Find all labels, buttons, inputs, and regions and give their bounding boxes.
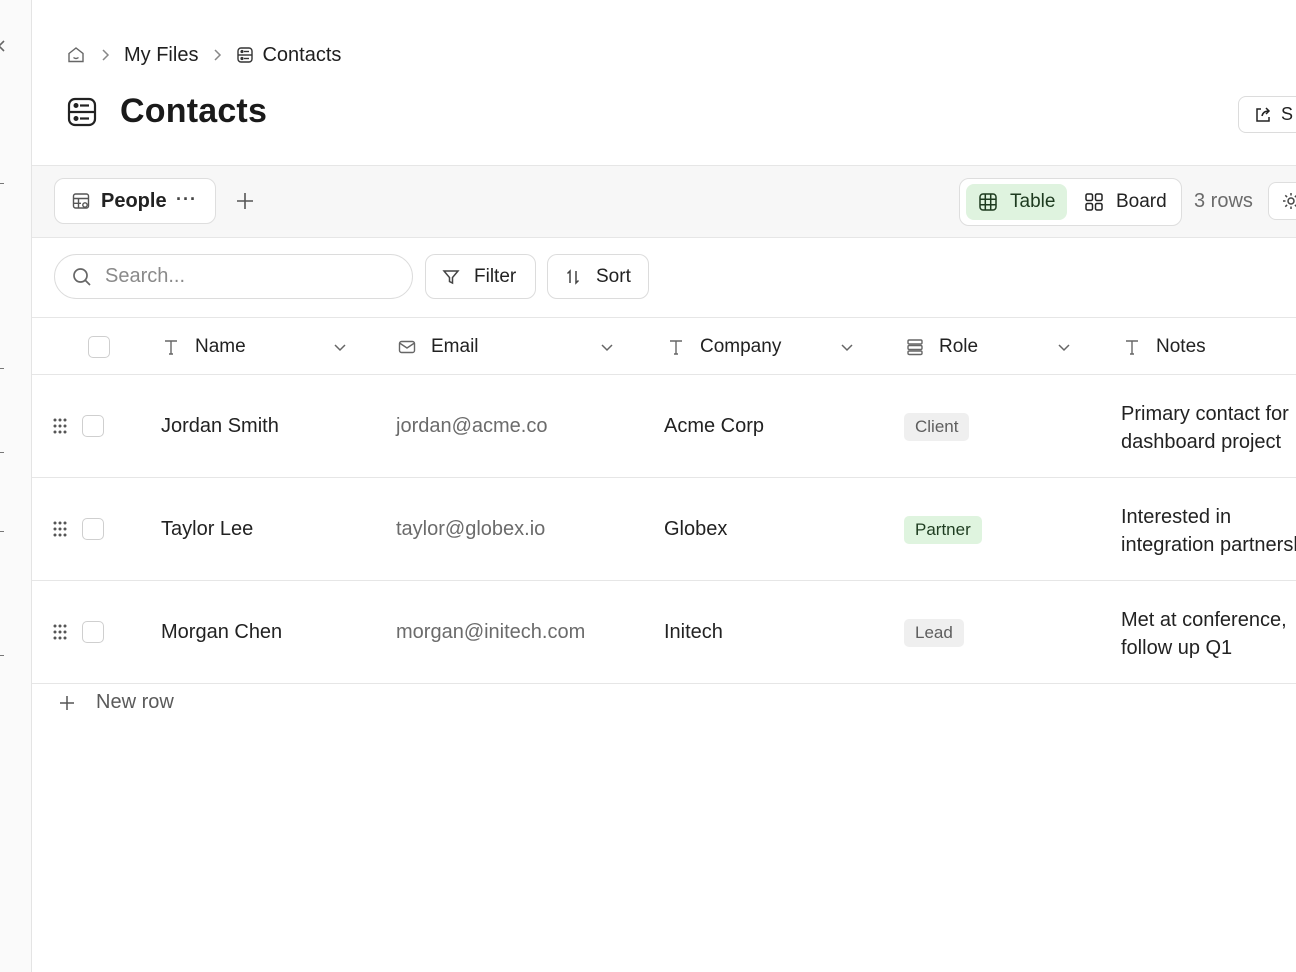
cell-notes[interactable]: Met at conference, follow up Q1	[1121, 606, 1296, 662]
column-header-role[interactable]: Role	[905, 318, 1105, 375]
table-row[interactable]: Jordan Smith jordan@acme.co Acme Corp Cl…	[32, 375, 1296, 478]
column-header-company[interactable]: Company	[666, 318, 866, 375]
text-type-icon	[1126, 339, 1138, 355]
row-count: 3 rows	[1194, 190, 1253, 212]
grid-table-icon	[979, 193, 997, 211]
breadcrumb-current[interactable]: Contacts	[262, 44, 341, 67]
text-type-icon	[670, 339, 682, 355]
table-view-icon	[72, 193, 90, 209]
mail-icon	[398, 340, 416, 353]
cell-email[interactable]: taylor@globex.io	[396, 518, 545, 541]
gear-icon	[1283, 193, 1296, 209]
cell-company[interactable]: Initech	[664, 621, 723, 644]
column-header-label: Email	[431, 335, 479, 357]
share-label: S	[1281, 104, 1294, 124]
add-view-icon[interactable]	[234, 190, 256, 212]
chevron-down-icon[interactable]	[600, 340, 614, 354]
search-icon	[73, 267, 91, 286]
column-header-notes[interactable]: Notes	[1122, 318, 1296, 375]
row-checkbox[interactable]	[82, 415, 104, 437]
share-icon	[1256, 106, 1271, 122]
sidebar-marker	[0, 452, 4, 453]
cell-name[interactable]: Morgan Chen	[161, 621, 282, 644]
sidebar-marker	[0, 368, 4, 369]
cell-email[interactable]: jordan@acme.co	[396, 415, 547, 438]
column-header-label: Name	[195, 335, 246, 357]
plus-icon	[60, 695, 74, 710]
column-header-email[interactable]: Email	[397, 318, 617, 375]
cell-company[interactable]: Globex	[664, 518, 727, 541]
title-row: Contacts	[66, 92, 267, 131]
breadcrumb: My Files Contacts	[66, 42, 341, 68]
new-row-button[interactable]: New row	[58, 691, 174, 714]
collapsed-sidebar	[0, 0, 32, 972]
chevron-down-icon[interactable]	[333, 340, 347, 354]
text-type-icon	[165, 339, 177, 355]
chevron-left-icon[interactable]	[0, 38, 10, 54]
search-input[interactable]	[105, 265, 385, 288]
database-table-icon	[67, 97, 97, 126]
views-bar: People ··· Table Board 3 rows	[32, 165, 1296, 238]
search-box	[54, 254, 413, 299]
home-icon[interactable]	[66, 45, 86, 65]
view-layout-toggle: Table Board	[959, 178, 1182, 226]
view-tab-label: People	[101, 189, 167, 212]
column-header-label: Notes	[1156, 335, 1206, 357]
cell-email[interactable]: morgan@initech.com	[396, 621, 585, 644]
board-layout-option[interactable]: Board	[1072, 184, 1179, 220]
sort-label: Sort	[596, 265, 631, 287]
cell-name[interactable]: Taylor Lee	[161, 518, 253, 541]
select-icon	[907, 338, 923, 355]
share-button[interactable]: S	[1238, 96, 1296, 133]
sidebar-marker	[0, 531, 4, 532]
sidebar-marker	[0, 183, 4, 184]
column-header-label: Role	[939, 335, 979, 357]
filter-icon	[442, 269, 460, 284]
filter-label: Filter	[474, 265, 517, 287]
sort-button[interactable]: Sort	[547, 254, 649, 299]
column-header-name[interactable]: Name	[161, 318, 351, 375]
chevron-right-icon	[214, 49, 222, 61]
settings-button[interactable]	[1268, 182, 1296, 220]
cell-notes[interactable]: Primary contact for dashboard project	[1121, 400, 1296, 456]
role-badge[interactable]: Client	[904, 413, 970, 441]
board-layout-label: Board	[1116, 191, 1167, 212]
drag-handle-icon[interactable]	[51, 623, 69, 641]
cell-notes[interactable]: Interested in integration partnership	[1121, 503, 1296, 559]
main-content: My Files Contacts Contacts S People ··· …	[32, 0, 1296, 972]
chevron-down-icon[interactable]	[840, 340, 854, 354]
role-badge[interactable]: Partner	[904, 516, 982, 544]
table-layout-label: Table	[1010, 191, 1056, 212]
cell-name[interactable]: Jordan Smith	[161, 415, 279, 438]
database-table-icon	[237, 47, 254, 63]
more-options-icon[interactable]: ···	[176, 189, 197, 210]
board-grid-icon	[1085, 193, 1103, 211]
row-checkbox[interactable]	[82, 621, 104, 643]
chevron-down-icon[interactable]	[1057, 340, 1071, 354]
column-header-label: Company	[700, 335, 782, 357]
new-row-label: New row	[96, 691, 174, 713]
table-layout-option[interactable]: Table	[966, 184, 1068, 220]
sidebar-marker	[0, 655, 4, 656]
role-badge[interactable]: Lead	[904, 619, 964, 647]
row-checkbox[interactable]	[82, 518, 104, 540]
cell-company[interactable]: Acme Corp	[664, 415, 764, 438]
table-row[interactable]: Taylor Lee taylor@globex.io Globex Partn…	[32, 478, 1296, 581]
contacts-table: Name Email Company Role Notes Jordan Smi…	[32, 317, 1296, 684]
breadcrumb-my-files[interactable]: My Files	[124, 44, 198, 67]
chevron-right-icon	[102, 49, 110, 61]
filter-button[interactable]: Filter	[425, 254, 536, 299]
select-all-checkbox[interactable]	[88, 336, 110, 358]
drag-handle-icon[interactable]	[51, 417, 69, 435]
sort-icon	[566, 268, 580, 285]
drag-handle-icon[interactable]	[51, 520, 69, 538]
view-tab-people[interactable]: People ···	[54, 178, 216, 224]
table-header: Name Email Company Role Notes	[32, 317, 1296, 375]
table-row[interactable]: Morgan Chen morgan@initech.com Initech L…	[32, 581, 1296, 684]
page-title: Contacts	[120, 92, 268, 130]
